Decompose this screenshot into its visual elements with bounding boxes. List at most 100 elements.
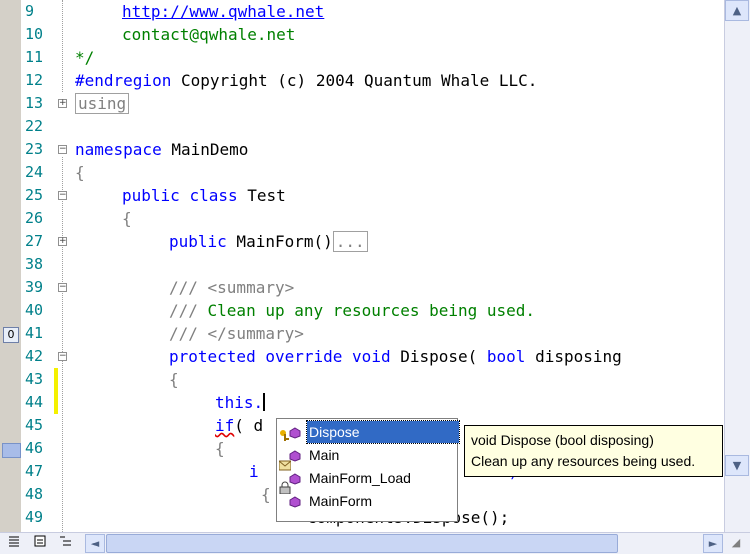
method-icon bbox=[289, 472, 301, 485]
scroll-right-icon[interactable]: ► bbox=[703, 534, 723, 553]
text-cursor bbox=[263, 393, 266, 411]
line-number: 49 bbox=[25, 508, 44, 526]
code-line: /// <summary> bbox=[169, 276, 294, 299]
brace: { bbox=[75, 163, 85, 182]
line-number: 26 bbox=[25, 209, 44, 227]
scroll-up-icon[interactable]: ▲ bbox=[725, 0, 749, 21]
identifier: Test bbox=[237, 186, 286, 205]
line-number: 11 bbox=[25, 48, 44, 66]
doc-comment-text: Clean up any resources being used. bbox=[207, 301, 536, 320]
outline-view-icon[interactable] bbox=[56, 534, 76, 553]
doc-comment-prefix: /// bbox=[169, 301, 208, 320]
identifier: disposing bbox=[525, 347, 622, 366]
collapse-icon[interactable]: − bbox=[58, 352, 67, 361]
brace: { bbox=[215, 439, 225, 458]
keyword: namespace bbox=[75, 140, 162, 159]
modified-line-bar bbox=[54, 368, 58, 414]
collapse-icon[interactable]: − bbox=[58, 191, 67, 200]
method-icon bbox=[289, 495, 301, 508]
horizontal-scroll-thumb[interactable] bbox=[106, 534, 618, 553]
scroll-left-icon[interactable]: ◄ bbox=[85, 534, 105, 553]
line-number: 48 bbox=[25, 485, 44, 503]
keyword: protected bbox=[169, 347, 256, 366]
completion-list[interactable]: Dispose Main MainForm_Load MainForm bbox=[276, 418, 460, 522]
vertical-scrollbar[interactable]: ▲ ▼ bbox=[724, 0, 750, 532]
horizontal-scrollbar[interactable]: ◄ ► ◢ bbox=[0, 532, 750, 554]
code-line: i bbox=[249, 460, 259, 483]
completion-item-mainform[interactable]: MainForm bbox=[307, 490, 374, 512]
identifier: MainForm() bbox=[226, 232, 333, 251]
code-line: { bbox=[215, 437, 225, 460]
copyright-text: Copyright (c) 2004 Quantum Whale LLC. bbox=[171, 71, 538, 90]
tooltip-summary: Clean up any resources being used. bbox=[471, 453, 696, 469]
line-number: 46 bbox=[25, 439, 44, 457]
tooltip-signature: void Dispose (bool disposing) bbox=[471, 432, 654, 448]
expand-icon[interactable]: + bbox=[58, 237, 67, 246]
keyword-fragment: i bbox=[249, 462, 259, 481]
code-line: protected override void Dispose( bool di… bbox=[169, 345, 622, 368]
code-line: namespace MainDemo bbox=[75, 138, 248, 161]
page-view-icon[interactable] bbox=[30, 534, 50, 553]
code-line: { bbox=[261, 483, 271, 506]
doc-tag: </summary> bbox=[207, 324, 304, 343]
doc-comment-prefix: /// bbox=[169, 278, 208, 297]
code-line: { bbox=[75, 161, 85, 184]
method-icon bbox=[289, 426, 301, 439]
code-line: contact@qwhale.net bbox=[122, 23, 295, 46]
collapsed-using-region[interactable]: using bbox=[75, 93, 130, 114]
completion-item-main[interactable]: Main bbox=[307, 444, 341, 466]
line-number-gutter: 9 10 11 12 13 22 23 24 25 26 27 38 39 40… bbox=[22, 0, 52, 532]
url-link[interactable]: http://www.qwhale.net bbox=[122, 2, 324, 21]
collapsed-method-body[interactable]: ... bbox=[332, 231, 368, 252]
collapse-icon[interactable]: − bbox=[58, 145, 67, 154]
line-number: 27 bbox=[25, 232, 44, 250]
identifier: Dispose( bbox=[390, 347, 487, 366]
line-number: 9 bbox=[25, 2, 35, 20]
email-text: contact@qwhale.net bbox=[122, 25, 296, 44]
line-number: 23 bbox=[25, 140, 44, 158]
line-number: 41 bbox=[25, 324, 44, 342]
keyword: bool bbox=[486, 347, 526, 366]
collapse-icon[interactable]: − bbox=[58, 283, 67, 292]
brace: { bbox=[169, 370, 179, 389]
region-keyword: #endregion bbox=[75, 71, 172, 90]
expand-icon[interactable]: + bbox=[58, 99, 67, 108]
completion-item-dispose[interactable]: Dispose bbox=[306, 420, 460, 444]
scroll-down-icon[interactable]: ▼ bbox=[725, 455, 749, 476]
code-line: { bbox=[169, 368, 179, 391]
brace: { bbox=[261, 485, 271, 504]
line-number: 10 bbox=[25, 25, 44, 43]
line-number: 22 bbox=[25, 117, 44, 135]
keyword: class bbox=[189, 186, 238, 205]
normal-view-icon[interactable] bbox=[4, 534, 24, 553]
code-line: /// </summary> bbox=[169, 322, 304, 345]
code-line: if( d bbox=[215, 414, 263, 437]
line-number: 47 bbox=[25, 462, 44, 480]
keyword: void bbox=[352, 347, 391, 366]
code-editor-window: 0 9 10 11 12 13 22 23 24 25 26 27 38 39 … bbox=[0, 0, 750, 554]
keyword: override bbox=[265, 347, 343, 366]
line-number: 42 bbox=[25, 347, 44, 365]
code-line: */ bbox=[75, 46, 94, 69]
code-line: using bbox=[75, 92, 130, 115]
identifier: MainDemo bbox=[161, 140, 249, 159]
line-number: 38 bbox=[25, 255, 44, 273]
code-line: http://www.qwhale.net bbox=[122, 0, 324, 23]
line-number: 45 bbox=[25, 416, 44, 434]
line-marker-icon bbox=[2, 443, 21, 458]
line-number: 44 bbox=[25, 393, 44, 411]
resize-grip-icon[interactable]: ◢ bbox=[726, 534, 746, 553]
doc-tag: <summary> bbox=[207, 278, 295, 297]
outline-line bbox=[62, 0, 63, 92]
bookmark-0-icon[interactable]: 0 bbox=[3, 327, 19, 343]
code-line: public class Test bbox=[122, 184, 286, 207]
identifier: ( d bbox=[234, 416, 264, 435]
code-line: { bbox=[122, 207, 132, 230]
outline-line bbox=[62, 157, 63, 532]
completion-item-mainform-load[interactable]: MainForm_Load bbox=[307, 467, 413, 489]
quick-info-tooltip: void Dispose (bool disposing) Clean up a… bbox=[464, 425, 723, 477]
code-line: #endregion Copyright (c) 2004 Quantum Wh… bbox=[75, 69, 537, 92]
keyword-error: if bbox=[215, 416, 235, 435]
comment-end: */ bbox=[75, 48, 95, 67]
line-number: 40 bbox=[25, 301, 44, 319]
